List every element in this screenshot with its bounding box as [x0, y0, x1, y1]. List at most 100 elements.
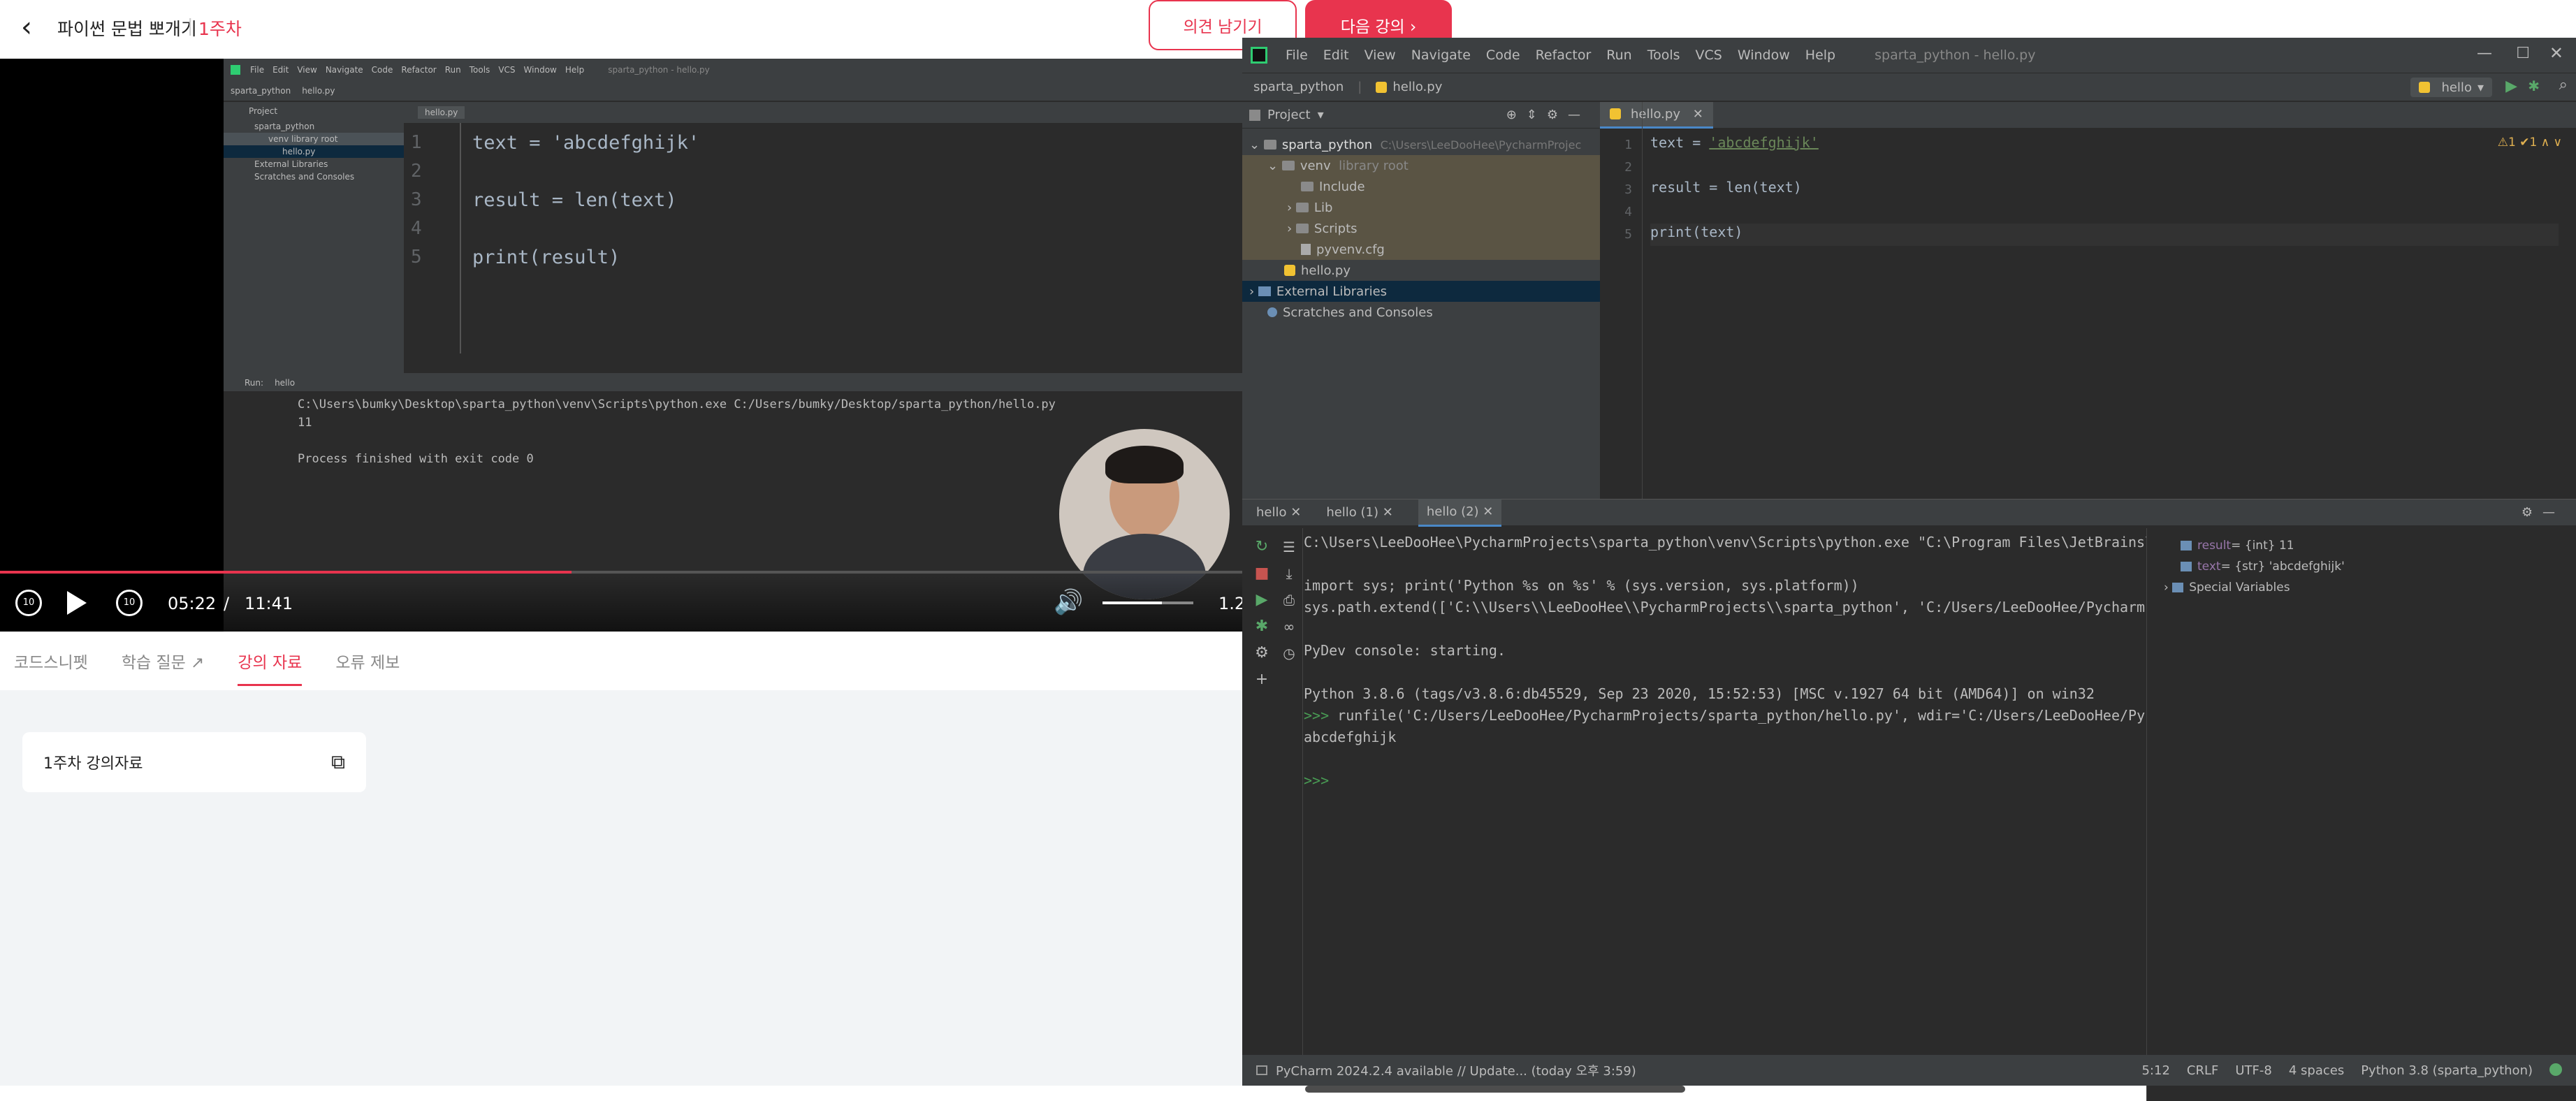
run-tab-hello-1[interactable]: hello (1) ✕: [1326, 505, 1393, 520]
stop-icon[interactable]: ■: [1249, 560, 1274, 587]
breadcrumb-file[interactable]: hello.py: [1376, 80, 1442, 94]
status-caret-position[interactable]: 5:12: [2141, 1063, 2169, 1078]
video-tree-item[interactable]: venv library root: [224, 133, 404, 145]
tree-cfg[interactable]: pyvenv.cfg: [1242, 239, 1600, 260]
rerun-icon[interactable]: ↻: [1249, 534, 1274, 560]
video-tree-item[interactable]: sparta_python: [224, 120, 404, 133]
run-icon[interactable]: ▶: [2505, 78, 2517, 95]
debug-console-icon[interactable]: ✱: [1249, 613, 1274, 640]
console-scrollbar[interactable]: [1305, 1086, 1685, 1093]
tree-root[interactable]: ⌄ sparta_python C:\Users\LeeDooHee\Pycha…: [1242, 134, 1600, 155]
menu-navigate[interactable]: Navigate: [1411, 48, 1471, 63]
progress-track[interactable]: [0, 571, 1242, 574]
console-settings-icon[interactable]: ⚙: [1249, 640, 1274, 666]
soft-wrap-icon[interactable]: ☰: [1277, 534, 1301, 560]
console-output: C:\Users\LeeDooHee\PycharmProjects\spart…: [1304, 534, 2212, 794]
add-console-icon[interactable]: +: [1249, 666, 1274, 693]
video-gutter-line: [460, 123, 461, 353]
tree-lib[interactable]: › Lib: [1242, 197, 1600, 218]
tree-root-label: sparta_python: [1281, 137, 1373, 152]
menu-code[interactable]: Code: [1486, 48, 1520, 63]
console-input-prompt[interactable]: >>>: [1304, 772, 2212, 794]
menu-run[interactable]: Run: [1606, 48, 1631, 63]
maximize-icon[interactable]: ☐: [2516, 45, 2530, 62]
menu-window[interactable]: Window: [1738, 48, 1790, 63]
external-link-icon[interactable]: ⧉: [331, 750, 345, 774]
status-encoding[interactable]: UTF-8: [2235, 1063, 2271, 1078]
video-breadcrumb: sparta_python: [231, 86, 291, 96]
tab-close-icon[interactable]: ✕: [1693, 107, 1703, 122]
special-variables[interactable]: › Special Variables: [2147, 577, 2576, 598]
var-result[interactable]: result = {int} 11: [2147, 535, 2576, 556]
menu-help[interactable]: Help: [1805, 48, 1835, 63]
project-panel-label[interactable]: Project: [1267, 108, 1311, 122]
editor-tab-hello[interactable]: hello.py ✕: [1600, 101, 1713, 129]
tab-code-snippet[interactable]: 코드스니펫: [14, 649, 88, 673]
console-line: import sys; print('Python %s on %s' % (s…: [1304, 577, 1859, 594]
menu-vcs[interactable]: VCS: [1696, 48, 1722, 63]
minimize-icon[interactable]: —: [2477, 45, 2492, 62]
debug-icon[interactable]: ✱: [2528, 78, 2540, 94]
status-interpreter[interactable]: Python 3.8 (sparta_python): [2361, 1063, 2533, 1078]
volume-slider[interactable]: [1103, 601, 1193, 604]
tree-hello[interactable]: hello.py: [1242, 260, 1600, 281]
video-run-tab[interactable]: hello: [275, 378, 295, 388]
scroll-end-icon[interactable]: ⤓: [1277, 560, 1301, 587]
tree-venv-label: venv: [1300, 158, 1331, 173]
back-arrow-icon[interactable]: ‹: [21, 11, 32, 43]
var-name: result: [2197, 539, 2232, 553]
status-update-message[interactable]: PyCharm 2024.2.4 available // Update... …: [1276, 1061, 1636, 1079]
tab-materials[interactable]: 강의 자료: [238, 649, 303, 686]
video-code-line: result = len(text): [472, 189, 677, 211]
playback-speed[interactable]: 1.2: [1218, 594, 1242, 613]
menu-tools[interactable]: Tools: [1647, 48, 1680, 63]
material-card[interactable]: 1주차 강의자료 ⧉: [22, 732, 366, 792]
video-tree-item[interactable]: Scratches and Consoles: [224, 170, 404, 183]
breadcrumb-project[interactable]: sparta_python: [1253, 80, 1344, 94]
variables-toggle-icon[interactable]: ∞: [1277, 613, 1301, 640]
menu-file[interactable]: File: [1286, 48, 1308, 63]
tab-questions[interactable]: 학습 질문 ↗: [122, 649, 205, 673]
volume-icon[interactable]: 🔊: [1054, 588, 1083, 616]
run-config-dropdown[interactable]: hello ▾: [2410, 78, 2492, 97]
progress-fill: [0, 571, 572, 574]
run-panel-settings-icon[interactable]: ⚙—: [2522, 505, 2565, 520]
status-line-separator[interactable]: CRLF: [2187, 1063, 2218, 1078]
search-icon[interactable]: ⌕: [2559, 76, 2568, 94]
run-tab-hello-2[interactable]: hello (2) ✕: [1418, 498, 1502, 527]
code-editor[interactable]: hello.py ✕ 1 2 3 4 5 text = 'abcdefghijk…: [1600, 101, 2576, 507]
forward-10-icon[interactable]: 10: [116, 590, 143, 616]
tab-report-error[interactable]: 오류 제보: [335, 649, 400, 673]
pycharm-menubar: File Edit View Navigate Code Refactor Run Tools…: [1286, 48, 1835, 63]
tree-scratches[interactable]: Scratches and Consoles: [1242, 302, 1600, 323]
video-editor-tab[interactable]: hello.py: [418, 106, 465, 119]
close-icon[interactable]: ✕: [2549, 43, 2563, 63]
status-indent[interactable]: 4 spaces: [2289, 1063, 2344, 1078]
menu-edit[interactable]: Edit: [1323, 48, 1349, 63]
rewind-10-icon[interactable]: 10: [15, 590, 42, 616]
tree-scripts[interactable]: › Scripts: [1242, 218, 1600, 239]
notification-icon[interactable]: [2549, 1063, 2562, 1076]
run-tab-hello[interactable]: hello ✕: [1256, 505, 1301, 520]
history-icon[interactable]: ◷: [1277, 640, 1301, 666]
resume-icon[interactable]: ▶: [1249, 587, 1274, 613]
play-icon[interactable]: [67, 591, 87, 615]
tree-external-libs[interactable]: › External Libraries: [1242, 281, 1600, 302]
var-text[interactable]: text = {str} 'abcdefghijk': [2147, 556, 2576, 577]
video-tree-item[interactable]: hello.py: [224, 145, 404, 158]
video-tree-item[interactable]: External Libraries: [224, 158, 404, 170]
menu-view[interactable]: View: [1365, 48, 1396, 63]
status-window-icon[interactable]: [1256, 1065, 1267, 1075]
video-player[interactable]: File Edit View Navigate Code Refactor Run Tools…: [0, 59, 1242, 632]
inspection-widget[interactable]: ⚠1 ✔1 ∧ ∨: [2498, 136, 2562, 150]
project-toolbar-icons[interactable]: ⊕⇕⚙—: [1506, 108, 1590, 122]
menu-refactor[interactable]: Refactor: [1536, 48, 1592, 63]
tree-include[interactable]: Include: [1242, 176, 1600, 197]
line-number: 2: [1624, 160, 1632, 175]
tree-venv[interactable]: ⌄ venv library root: [1242, 155, 1600, 176]
variables-panel: result = {int} 11 text = {str} 'abcdefgh…: [2146, 528, 2576, 1101]
print-icon[interactable]: ⎙: [1277, 587, 1301, 613]
console-line: PyDev console: starting.: [1304, 642, 1506, 659]
video-project-label: Project: [249, 106, 278, 116]
